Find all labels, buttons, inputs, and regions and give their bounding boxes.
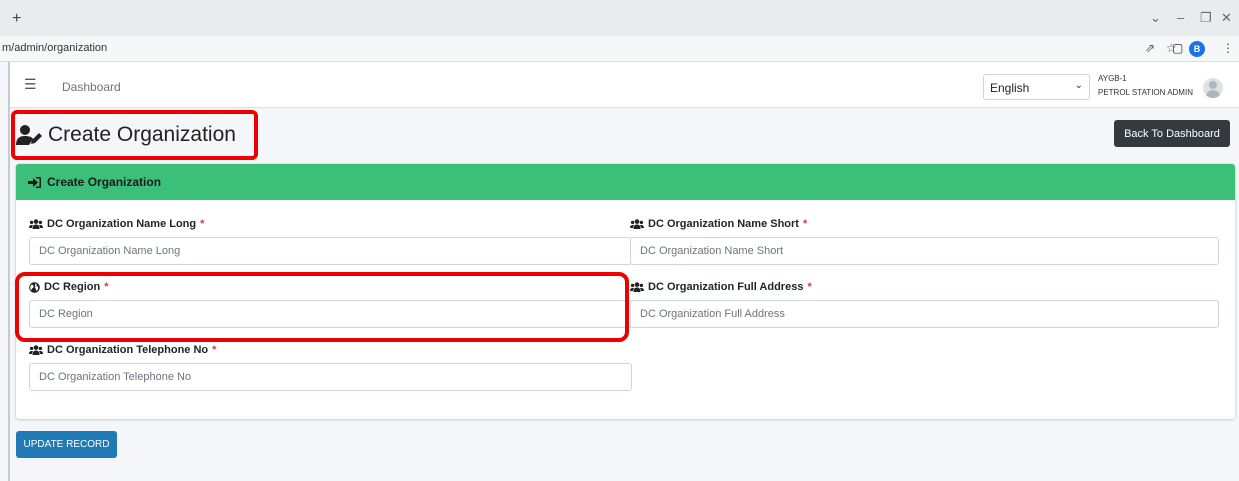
telephone-input[interactable]: [29, 363, 632, 391]
required-marker: *: [104, 281, 109, 293]
field-telephone: DC Organization Telephone No *: [29, 342, 632, 391]
globe-icon: [29, 281, 40, 293]
label-text: DC Region: [44, 281, 101, 293]
dashboard-link[interactable]: Dashboard: [62, 80, 121, 94]
label-text: DC Organization Telephone No: [47, 344, 209, 356]
field-label: DC Region *: [29, 279, 632, 295]
field-label: DC Organization Name Short *: [630, 216, 1219, 232]
new-tab-button[interactable]: +: [12, 10, 21, 28]
language-selected-value: English: [990, 81, 1030, 95]
close-icon[interactable]: ✕: [1221, 10, 1232, 26]
field-label: DC Organization Telephone No *: [29, 342, 632, 358]
minimize-icon[interactable]: –: [1177, 10, 1184, 25]
card-header-title: Create Organization: [47, 175, 162, 189]
name-long-input[interactable]: [29, 237, 632, 265]
label-text: DC Organization Full Address: [648, 281, 804, 293]
user-edit-icon: [16, 125, 42, 145]
user-avatar[interactable]: [1203, 78, 1223, 98]
create-organization-card: Create Organization DC Organization Name…: [16, 164, 1235, 419]
required-marker: *: [212, 344, 217, 356]
address-bar[interactable]: m/admin/organization ⇗ ☆: [0, 36, 1239, 62]
hamburger-menu-icon[interactable]: ☰: [24, 76, 37, 93]
card-header: Create Organization: [16, 164, 1235, 200]
back-to-dashboard-button[interactable]: Back To Dashboard: [1114, 120, 1230, 147]
label-text: DC Organization Name Short: [648, 218, 799, 230]
required-marker: *: [200, 218, 205, 230]
url-text[interactable]: m/admin/organization: [2, 42, 107, 54]
top-navbar: ☰ Dashboard English ⌄ AYGB-1 PETROL STAT…: [10, 62, 1239, 108]
restore-icon[interactable]: ❐: [1200, 10, 1212, 26]
field-region: DC Region *: [29, 279, 632, 328]
sign-in-icon: [28, 176, 41, 188]
profile-avatar[interactable]: B: [1189, 41, 1205, 57]
users-icon: [29, 219, 43, 229]
full-address-input[interactable]: [630, 300, 1219, 328]
required-marker: *: [807, 281, 812, 293]
user-role: PETROL STATION ADMIN: [1098, 88, 1193, 97]
page-title-text: Create Organization: [48, 123, 236, 146]
field-label: DC Organization Full Address *: [630, 279, 1219, 295]
share-icon[interactable]: ⇗: [1145, 41, 1155, 55]
required-marker: *: [802, 218, 808, 230]
update-record-button[interactable]: UPDATE RECORD: [16, 431, 117, 458]
users-icon: [29, 345, 43, 355]
user-name: AYGB-1: [1098, 74, 1127, 83]
page-title: Create Organization: [16, 123, 236, 147]
name-short-input[interactable]: [630, 237, 1219, 265]
region-input[interactable]: [29, 300, 632, 328]
label-text: DC Organization Name Long: [47, 218, 197, 230]
users-icon: [630, 219, 644, 229]
field-name-short: DC Organization Name Short *: [630, 216, 1219, 265]
field-full-address: DC Organization Full Address *: [630, 279, 1219, 328]
browser-tabstrip: + ⌄ – ❐ ✕: [0, 0, 1239, 36]
side-panel-icon[interactable]: ▢: [1172, 41, 1183, 55]
users-icon: [630, 282, 644, 292]
app-container: ☰ Dashboard English ⌄ AYGB-1 PETROL STAT…: [8, 62, 1239, 481]
user-info[interactable]: AYGB-1 PETROL STATION ADMIN: [1098, 73, 1193, 99]
menu-icon[interactable]: ⋮: [1222, 41, 1234, 55]
field-name-long: DC Organization Name Long *: [29, 216, 632, 265]
chevron-down-icon: ⌄: [1074, 80, 1083, 91]
field-label: DC Organization Name Long *: [29, 216, 632, 232]
language-select[interactable]: English ⌄: [983, 74, 1090, 100]
tab-list-icon[interactable]: ⌄: [1150, 10, 1161, 26]
